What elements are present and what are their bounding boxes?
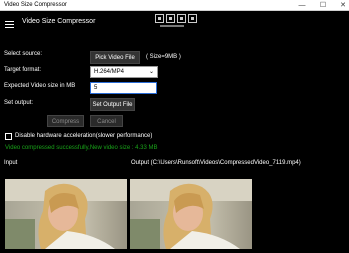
window-titlebar: Video Size Compressor — ☐ ✕ [0,0,349,11]
toolbar [155,14,197,23]
input-video-preview[interactable] [5,179,127,249]
window-title: Video Size Compressor [4,2,67,8]
target-format-value: H.264/MP4 [94,69,125,75]
output-video-preview[interactable] [130,179,252,249]
hw-accel-checkbox[interactable] [5,133,12,140]
app-title: Video Size Compressor [22,18,96,25]
size-info: ( Size=9MB ) [146,54,181,60]
expected-size-label: Expected Video size in MB [4,83,76,89]
output-preview-label: Output (C:\Users\Runsoft\Videos\Compress… [131,160,301,166]
status-message: Video compressed successfully,New video … [5,145,158,151]
input-preview-label: Input [4,160,18,166]
chevron-down-icon: ⌄ [148,69,154,75]
input-video-frame [5,179,127,249]
maximize-button[interactable]: ☐ [312,0,334,11]
target-format-select[interactable]: H.264/MP4 ⌄ [90,66,158,78]
share-icon[interactable] [188,14,197,23]
crop-icon[interactable] [155,14,164,23]
hw-accel-label: Disable hardware acceleration(slower per… [15,133,153,139]
close-button[interactable]: ✕ [332,0,349,11]
save-icon[interactable] [166,14,175,23]
pick-video-button[interactable]: Pick Video File [90,51,140,64]
output-video-frame [130,179,252,249]
compress-button[interactable]: Compress [47,115,84,127]
target-format-label: Target format: [4,67,42,73]
hamburger-menu-icon[interactable] [5,21,14,29]
toolbar-divider [160,25,184,27]
minimize-button[interactable]: — [291,0,313,11]
screen-icon[interactable] [177,14,186,23]
select-source-label: Select source: [4,51,43,57]
expected-size-input[interactable]: 5 [90,82,157,94]
set-output-button[interactable]: Set Output File [90,98,135,111]
set-output-label: Set output: [4,100,34,106]
cancel-button[interactable]: Cancel [90,115,123,127]
